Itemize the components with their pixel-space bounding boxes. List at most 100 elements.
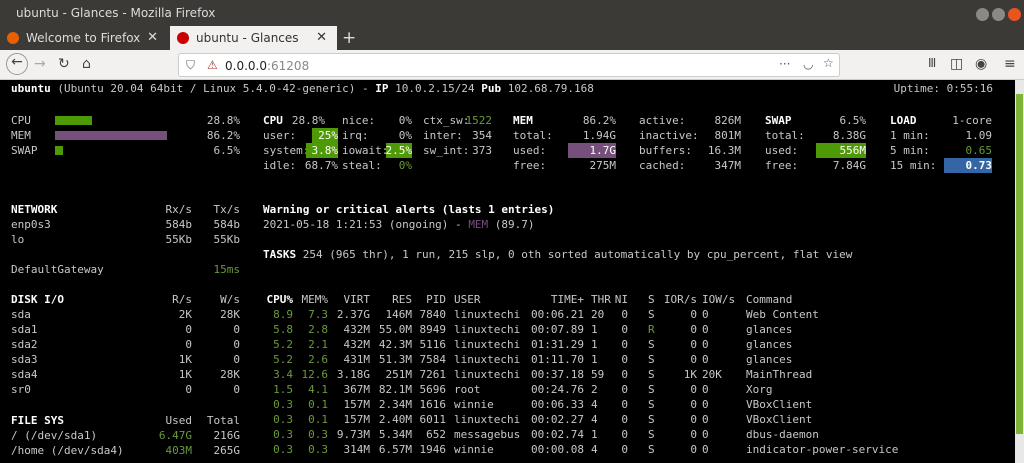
process-cell: S (648, 398, 655, 411)
text: 28K (220, 308, 240, 321)
network-iface: enp0s3 (11, 218, 51, 231)
process-cell: 0 (621, 338, 628, 351)
cpu-idle: 68.7% (304, 159, 338, 172)
process-cell: 0.3 (273, 413, 293, 426)
process-cell: 0.3 (273, 398, 293, 411)
minimize-button[interactable] (976, 8, 989, 21)
text: Rx/s (165, 203, 193, 216)
cpu-user: 25% (312, 128, 338, 143)
disk-name: sda2 (11, 338, 38, 351)
process-cell: 2.1 (308, 338, 328, 351)
quicklook-bar (55, 116, 93, 125)
process-cell: 0 (621, 443, 628, 456)
process-cell: 3.4 (273, 368, 293, 381)
process-cell: 0 (690, 308, 697, 321)
process-cell: 0 (702, 398, 709, 411)
tab-label: ubuntu - Glances (196, 31, 299, 45)
new-tab-button[interactable]: + (336, 23, 356, 48)
process-cell: 0.1 (308, 413, 328, 426)
text: cached: (639, 159, 686, 172)
cpu-label: idle: (263, 159, 297, 172)
tab-glances[interactable]: ubuntu - Glances ✕ (170, 26, 337, 50)
quicklook-label: CPU (11, 114, 31, 127)
account-icon[interactable]: ◉ (975, 56, 987, 72)
tasks-summary: TASKS 254 (965 thr), 1 run, 215 slp, 0 o… (263, 248, 853, 261)
insecure-lock-icon: ⚠ (207, 58, 218, 72)
process-cell: 157M (343, 398, 371, 411)
pocket-icon[interactable]: ◡ (803, 57, 813, 71)
tab-welcome[interactable]: Welcome to Firefox ✕ (0, 26, 168, 50)
library-icon[interactable]: Ⅲ (928, 56, 936, 70)
process-cell: glances (746, 323, 793, 336)
load-title: LOAD (890, 114, 917, 127)
home-button[interactable]: ⌂ (82, 56, 91, 72)
process-cell: dbus-daemon (746, 428, 819, 441)
process-cell: 2.6 (308, 353, 328, 366)
column-header: THR (591, 293, 611, 306)
glances-page: ubuntu (Ubuntu 20.04 64bit / Linux 5.4.0… (0, 80, 1015, 463)
close-tab-icon[interactable]: ✕ (316, 30, 327, 45)
mem-buffers: 16.3M (707, 144, 741, 157)
process-cell: glances (746, 338, 793, 351)
menu-icon[interactable]: ≡ (1004, 56, 1016, 72)
bookmark-star-icon[interactable]: ☆ (823, 56, 834, 70)
process-cell: 2.37G (336, 308, 370, 321)
process-cell: 6011 (419, 413, 447, 426)
forward-button[interactable]: → (34, 56, 46, 72)
column-header: USER (454, 293, 481, 306)
cpu-label: steal: (342, 159, 382, 172)
tab-label: Welcome to Firefox (26, 31, 141, 45)
cpu-label: ctx_sw: (423, 114, 470, 127)
cpu-label: nice: (342, 114, 376, 127)
text: used: (765, 144, 799, 157)
process-cell: VBoxClient (746, 398, 813, 411)
text: R/s (172, 293, 192, 306)
close-tab-icon[interactable]: ✕ (147, 30, 158, 45)
url-port: :61208 (266, 59, 310, 73)
text: active: (639, 114, 686, 127)
text: free: (765, 159, 799, 172)
column-header: IOW/s (702, 293, 736, 306)
process-cell: 7840 (419, 308, 447, 321)
text: 2K (178, 308, 192, 321)
cpu-system: 3.8% (305, 143, 338, 158)
quicklook-label: MEM (11, 129, 31, 142)
mem-total: 1.94G (582, 129, 616, 142)
column-header: Command (746, 293, 793, 306)
firefox-icon (7, 32, 19, 44)
maximize-button[interactable] (992, 8, 1005, 21)
text: 0 (233, 353, 240, 366)
back-button[interactable]: ← (6, 53, 28, 75)
reload-button[interactable]: ↻ (58, 56, 70, 72)
process-cell: 0 (690, 428, 697, 441)
sidebar-icon[interactable]: ◫ (950, 56, 963, 72)
process-cell: 01:11.70 (531, 353, 584, 366)
gateway-latency: 15ms (213, 263, 241, 276)
text: 6.5% (839, 114, 867, 127)
process-cell: 0 (702, 428, 709, 441)
swap-used: 556M (815, 143, 866, 158)
text: 216G (213, 429, 241, 442)
text: 1-core (952, 114, 992, 127)
text: 1K (178, 368, 192, 381)
process-cell: 5.2 (273, 338, 293, 351)
cpu-sw_int: 373 (472, 144, 492, 157)
close-window-button[interactable] (1008, 8, 1021, 21)
process-cell: S (648, 428, 655, 441)
process-cell: 652 (426, 428, 446, 441)
process-cell: 0 (690, 323, 697, 336)
cpu-steal: 0% (398, 159, 412, 172)
process-cell: 2.40M (378, 413, 412, 426)
process-cell: winnie (454, 443, 494, 456)
process-cell: 1616 (419, 398, 447, 411)
process-cell: 00:07.89 (531, 323, 584, 336)
process-cell: S (648, 443, 655, 456)
disk-title: DISK I/O (11, 293, 64, 306)
process-cell: 01:31.29 (531, 338, 584, 351)
cpu-iowait: 2.5% (385, 143, 412, 158)
process-cell: linuxtechi (454, 308, 521, 321)
url-bar[interactable]: ⛉ ⚠ 0.0.0.0:61208 ··· ◡ ☆ (178, 53, 840, 77)
more-actions-icon[interactable]: ··· (779, 57, 790, 71)
scrollbar[interactable] (1015, 80, 1024, 463)
process-cell: Xorg (746, 383, 773, 396)
